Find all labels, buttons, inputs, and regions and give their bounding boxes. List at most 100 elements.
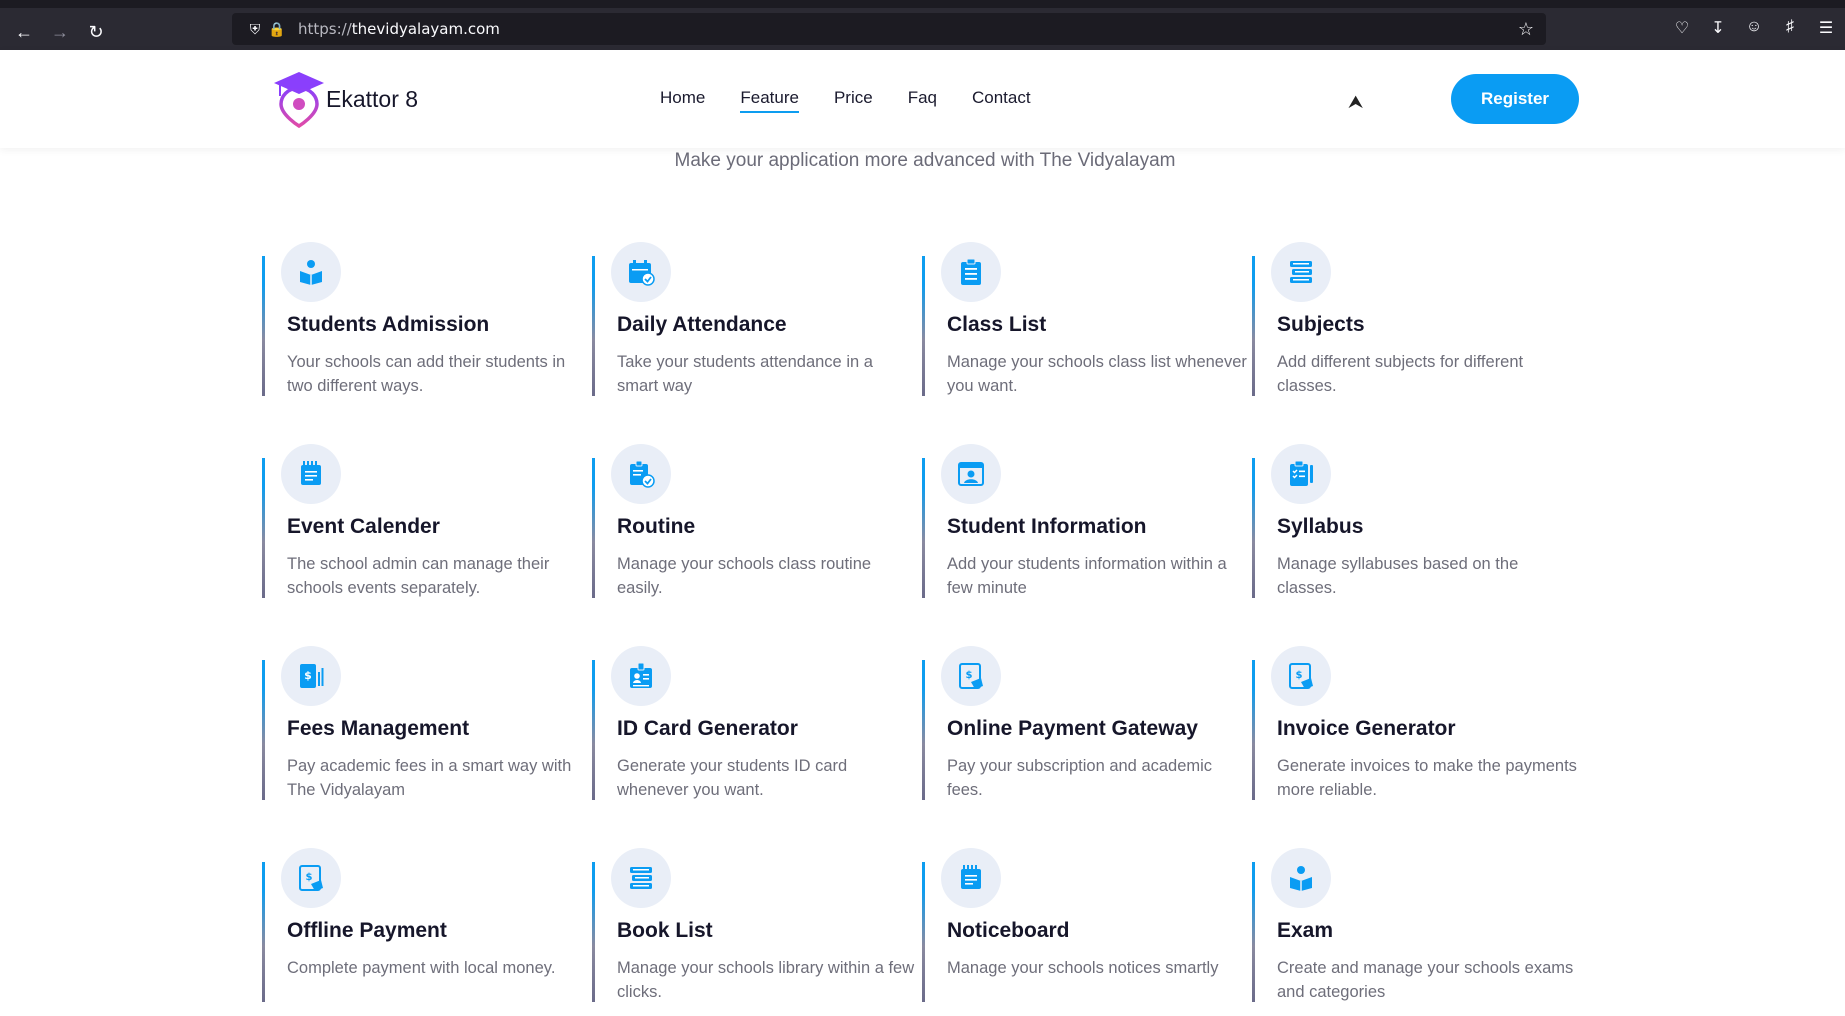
- feature-card[interactable]: Exam Create and manage your schools exam…: [1252, 848, 1582, 1002]
- feature-desc: The school admin can manage their school…: [287, 555, 550, 597]
- feature-desc: Manage syllabuses based on the classes.: [1277, 555, 1519, 597]
- fee-receipt-icon: $: [300, 664, 324, 688]
- feature-title: Online Payment Gateway: [947, 717, 1198, 740]
- online-payment-icon: $: [959, 663, 983, 689]
- extensions-icon[interactable]: ♯: [1779, 18, 1801, 38]
- feature-desc: Add different subjects for different cla…: [1277, 353, 1524, 395]
- feature-card[interactable]: Noticeboard Manage your schools notices …: [922, 848, 1252, 1002]
- calendar-check-icon-wrap: [611, 242, 671, 302]
- checklist-icon: [1290, 460, 1313, 486]
- mouse-cursor-icon: ⮝: [1348, 92, 1364, 112]
- card-accent-bar: [922, 862, 925, 1002]
- main-nav: Home Feature Price Faq Contact: [660, 88, 1031, 113]
- student-profile-icon-wrap: [941, 444, 1001, 504]
- feature-title: Class List: [947, 313, 1047, 336]
- account-icon[interactable]: ☺: [1743, 18, 1765, 38]
- address-bar[interactable]: ⛨ 🔒 https://thevidyalayam.com ☆: [232, 13, 1546, 45]
- url-host: thevidyalayam.com: [351, 20, 500, 38]
- site-logo[interactable]: Ekattor 8: [272, 70, 418, 128]
- card-accent-bar: [262, 660, 265, 800]
- card-accent-bar: [1252, 256, 1255, 396]
- logo-name: Ekattor 8: [326, 85, 419, 112]
- card-accent-bar: [262, 256, 265, 396]
- nav-faq[interactable]: Faq: [908, 88, 937, 113]
- feature-title: Students Admission: [287, 313, 490, 336]
- feature-title: Daily Attendance: [617, 313, 787, 336]
- card-accent-bar: [1252, 660, 1255, 800]
- schedule-check-icon: [630, 460, 655, 488]
- feature-title: Syllabus: [1277, 515, 1364, 538]
- feature-card[interactable]: $ Fees Management Pay academic fees in a…: [262, 646, 592, 800]
- card-accent-bar: [922, 660, 925, 800]
- feature-card[interactable]: Routine Manage your schools class routin…: [592, 444, 922, 598]
- forward-arrow-icon[interactable]: →: [46, 18, 74, 46]
- svg-text:$: $: [304, 669, 312, 682]
- nav-price[interactable]: Price: [834, 88, 873, 113]
- menu-icon[interactable]: ☰: [1815, 18, 1837, 38]
- feature-card[interactable]: $ Invoice Generator Generate invoices to…: [1252, 646, 1582, 800]
- feature-desc: Your schools can add their students in t…: [287, 353, 566, 395]
- nav-feature[interactable]: Feature: [740, 88, 799, 113]
- online-payment-icon-wrap: $: [941, 646, 1001, 706]
- feature-title: ID Card Generator: [617, 717, 798, 740]
- feature-card[interactable]: Daily Attendance Take your students atte…: [592, 242, 922, 396]
- student-profile-icon: [958, 462, 984, 486]
- feature-grid: Students Admission Your schools can add …: [262, 242, 1582, 1002]
- card-accent-bar: [262, 862, 265, 1002]
- register-button[interactable]: Register: [1451, 74, 1579, 124]
- feature-title: Offline Payment: [287, 919, 447, 942]
- bookmark-star-icon[interactable]: ☆: [1518, 19, 1534, 40]
- feature-card[interactable]: Event Calender The school admin can mana…: [262, 444, 592, 598]
- feature-desc: Pay academic fees in a smart way with Th…: [287, 757, 572, 799]
- download-icon[interactable]: ↧: [1707, 18, 1729, 38]
- invoice-icon: $: [1289, 663, 1313, 689]
- book-stack-icon: [1290, 261, 1312, 283]
- lock-icon[interactable]: 🔒: [266, 21, 288, 38]
- book-stack-icon: [630, 867, 652, 889]
- feature-card[interactable]: Subjects Add different subjects for diff…: [1252, 242, 1582, 396]
- feature-title: Book List: [617, 919, 713, 942]
- reading-student-icon-wrap: [281, 242, 341, 302]
- feature-card[interactable]: Students Admission Your schools can add …: [262, 242, 592, 396]
- feature-card[interactable]: Class List Manage your schools class lis…: [922, 242, 1252, 396]
- feature-title: Event Calender: [287, 515, 440, 538]
- feature-card[interactable]: $ Offline Payment Complete payment with …: [262, 848, 592, 1002]
- nav-contact[interactable]: Contact: [972, 88, 1031, 113]
- feature-title: Routine: [617, 515, 696, 538]
- invoice-icon-wrap: $: [1271, 646, 1331, 706]
- feature-card[interactable]: Book List Manage your schools library wi…: [592, 848, 922, 1002]
- card-accent-bar: [1252, 458, 1255, 598]
- schedule-check-icon-wrap: [611, 444, 671, 504]
- feature-desc: Manage your schools library within a few…: [617, 959, 915, 1001]
- card-accent-bar: [922, 256, 925, 396]
- notepad-icon-wrap: [281, 444, 341, 504]
- reading-student-icon: [300, 260, 322, 285]
- cash-payment-icon: $: [299, 865, 323, 891]
- card-accent-bar: [592, 256, 595, 396]
- cash-payment-icon-wrap: $: [281, 848, 341, 908]
- feature-desc: Create and manage your schools exams and…: [1277, 959, 1574, 1001]
- reading-student-icon-wrap: [1271, 848, 1331, 908]
- feature-title: Student Information: [947, 515, 1147, 538]
- clipboard-list-icon: [961, 258, 981, 285]
- fee-receipt-icon-wrap: $: [281, 646, 341, 706]
- url-prefix: https://: [298, 20, 352, 38]
- feature-card[interactable]: Student Information Add your students in…: [922, 444, 1252, 598]
- svg-text:$: $: [1296, 670, 1303, 681]
- shield-icon[interactable]: ⛨: [244, 21, 266, 38]
- feature-desc: Manage your schools class list whenever …: [947, 353, 1247, 395]
- feature-card[interactable]: ID Card Generator Generate your students…: [592, 646, 922, 800]
- pocket-icon[interactable]: ♡: [1671, 18, 1693, 38]
- card-accent-bar: [592, 862, 595, 1002]
- feature-title: Exam: [1277, 919, 1334, 942]
- graduation-pin-icon: [274, 72, 324, 128]
- clipboard-list-icon-wrap: [941, 242, 1001, 302]
- feature-card[interactable]: Syllabus Manage syllabuses based on the …: [1252, 444, 1582, 598]
- reload-icon[interactable]: ↻: [82, 18, 110, 46]
- url-text[interactable]: https://thevidyalayam.com: [298, 20, 500, 38]
- nav-home[interactable]: Home: [660, 88, 705, 113]
- card-accent-bar: [262, 458, 265, 598]
- back-arrow-icon[interactable]: ←: [10, 18, 38, 46]
- book-stack-icon-wrap: [1271, 242, 1331, 302]
- feature-card[interactable]: $ Online Payment Gateway Pay your subscr…: [922, 646, 1252, 800]
